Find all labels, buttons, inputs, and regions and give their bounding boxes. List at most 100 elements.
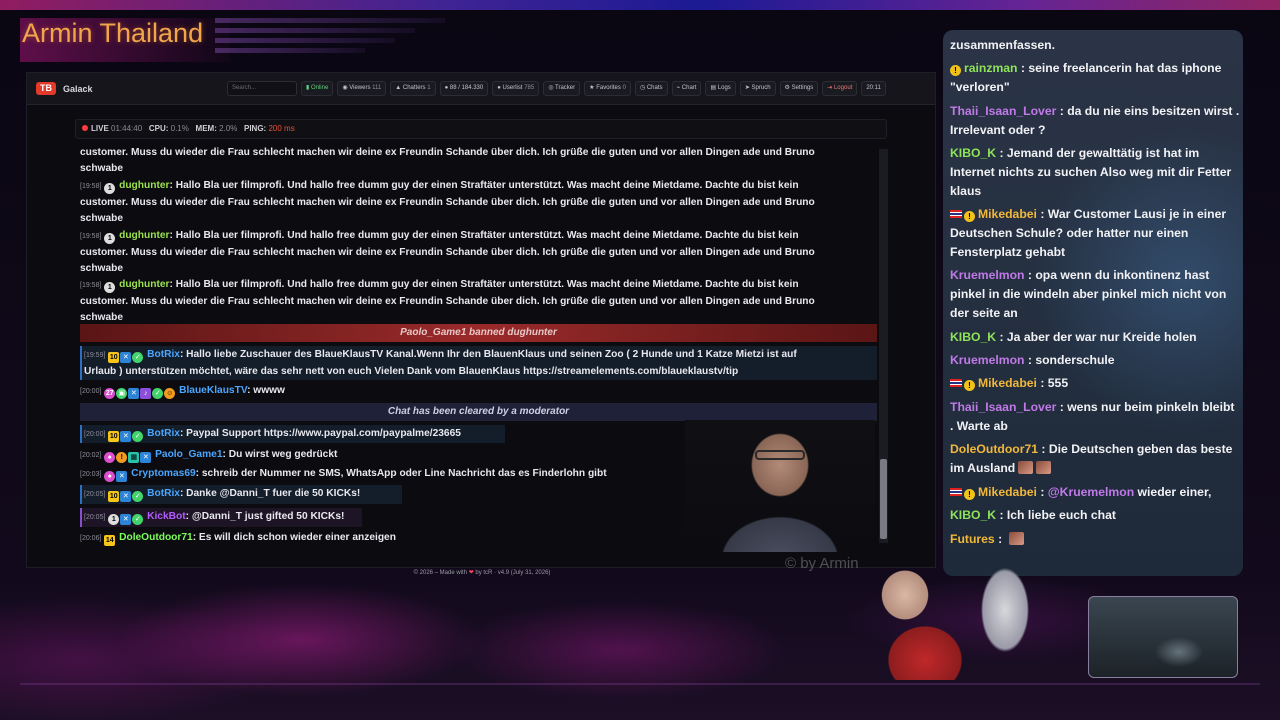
- mem-label: MEM:: [195, 124, 217, 133]
- ping-label: PING:: [244, 124, 267, 133]
- flag-icon: [950, 210, 962, 218]
- top-glow-bar: [0, 0, 1280, 10]
- verified-icon: ✓: [132, 491, 144, 502]
- username[interactable]: BotRix: [147, 488, 180, 499]
- overlay-message: Thaii_Isaan_Lover : da du nie eins besit…: [950, 104, 1240, 137]
- chat-message: [19:58] 1 dughunter: Hallo Bla uer filmp…: [80, 180, 815, 224]
- scroll-thumb[interactable]: [880, 459, 887, 539]
- mic-icon: ♪: [140, 388, 152, 399]
- chatters-button[interactable]: ▲ Chatters 1: [390, 81, 436, 96]
- sword-icon: ✕: [116, 471, 128, 482]
- badge-icon: 10: [108, 491, 120, 502]
- streamer-webcam: [685, 420, 875, 552]
- decor-bands: [215, 18, 455, 66]
- sub-badge-icon: 1: [104, 183, 116, 194]
- sub-badge-icon: 1: [104, 282, 116, 293]
- avatar-icon: ☺: [164, 388, 176, 399]
- overlay-message: DoleOutdoor71 : Die Deutschen geben das …: [950, 442, 1233, 475]
- secondary-webcam: [850, 540, 1045, 680]
- chat-message: [20:00] 27 ▣ ✕ ♪ ✓ ☺ BlaueKlausTV: wwww: [80, 385, 285, 399]
- stream-layout: Armin Thailand TB Galack Search... ▮ Onl…: [0, 0, 1280, 720]
- chat-message: [19:59] 10 ✕ ✓ BotRix: Hallo liebe Zuschau…: [84, 349, 797, 377]
- emote-icon: [1036, 461, 1052, 474]
- username[interactable]: dughunter: [119, 279, 169, 290]
- coin-icon: !: [964, 211, 975, 222]
- flag-icon: [950, 379, 962, 387]
- ping-value: 200 ms: [268, 124, 295, 133]
- overlay-chat: zusammenfassen. ! rainzman : seine freela…: [943, 30, 1243, 576]
- chat-scrollbar[interactable]: [879, 149, 888, 543]
- logs-button[interactable]: ▤ Logs: [705, 81, 736, 96]
- brand-name: Galack: [63, 83, 93, 94]
- cpu-label: CPU:: [148, 124, 169, 133]
- logout-button[interactable]: ⇥ Logout: [822, 81, 858, 96]
- chart-button[interactable]: ⌁ Chart: [671, 81, 702, 96]
- overlay-message: Thaii_Isaan_Lover : wens nur beim pinkel…: [950, 400, 1235, 433]
- document-icon: ▤: [710, 85, 718, 91]
- emote-icon: [1018, 461, 1034, 474]
- spruch-button[interactable]: ➤ Spruch: [739, 81, 776, 96]
- sword-icon: ✕: [128, 388, 140, 399]
- username[interactable]: KickBot: [147, 511, 186, 522]
- gift-icon: ▣: [116, 388, 128, 399]
- username[interactable]: DoleOutdoor71: [119, 532, 193, 543]
- favorites-button[interactable]: ★ Favorites 0: [584, 81, 631, 96]
- grid-icon: ▦: [128, 452, 140, 463]
- verified-icon: ✓: [132, 431, 144, 442]
- cpu-value: 0.1%: [170, 124, 189, 133]
- flag-icon: [950, 488, 962, 496]
- overlay-message: KIBO_K : Ich liebe euch chat: [950, 508, 1116, 522]
- sword-icon: ✕: [120, 491, 132, 502]
- overlay-message: KIBO_K : Jemand der gewalttätig ist hat …: [950, 146, 1232, 198]
- userlist-button[interactable]: ● Userlist 785: [492, 81, 540, 96]
- coin-icon: !: [116, 452, 128, 463]
- coin-icon: !: [964, 489, 975, 500]
- mod-badge-icon: ♠: [104, 452, 116, 463]
- glasses-shape: [755, 450, 805, 460]
- overlay-message: Kruemelmon : opa wenn du inkontinenz has…: [950, 268, 1227, 320]
- overlay-message: KIBO_K : Ja aber der war nur Kreide hole…: [950, 330, 1197, 344]
- coin-icon: !: [950, 65, 961, 76]
- settings-button[interactable]: ⚙ Settings: [779, 81, 819, 96]
- top-nav: TB Galack Search... ▮ Online ◉ Viewers 1…: [27, 73, 935, 105]
- username[interactable]: dughunter: [119, 180, 169, 191]
- coin-icon: !: [964, 380, 975, 391]
- chats-button[interactable]: ◷ Chats: [634, 81, 668, 96]
- uptime: 01:44:40: [111, 124, 143, 133]
- username[interactable]: BotRix: [147, 349, 180, 360]
- sub-badge-icon: 1: [108, 514, 120, 525]
- badge-icon: 10: [108, 352, 120, 363]
- broadcaster-badge-icon: 27: [104, 388, 116, 399]
- mem-value: 2.0%: [219, 124, 238, 133]
- overlay-message: ! rainzman : seine freelancerin hat das i…: [950, 61, 1222, 94]
- quote-icon: ➤: [744, 85, 752, 91]
- app-logo[interactable]: TB: [36, 82, 56, 95]
- sword-icon: ✕: [120, 352, 132, 363]
- search-input[interactable]: Search...: [227, 81, 297, 96]
- chat-message: [19:58] 1 dughunter: Hallo Bla uer filmp…: [80, 230, 815, 274]
- badge-icon: 10: [108, 431, 120, 442]
- users-icon: ▲: [395, 85, 403, 91]
- viewers-button[interactable]: ◉ Viewers 111: [337, 81, 387, 96]
- mod-badge-icon: ♠: [104, 471, 116, 482]
- username[interactable]: dughunter: [119, 230, 169, 241]
- username[interactable]: BlaueKlausTV: [179, 385, 247, 396]
- status-bar: LIVE 01:44:40 CPU: 0.1% MEM: 2.0% PING: …: [75, 119, 887, 139]
- history-icon: ◷: [639, 85, 647, 91]
- sword-icon: ✕: [140, 452, 152, 463]
- badge-icon: 14: [104, 535, 116, 546]
- ban-notice: Paolo_Game1 banned dughunter: [80, 324, 877, 342]
- heart-icon: ❤: [468, 570, 474, 576]
- username[interactable]: Cryptomas69: [131, 468, 196, 479]
- online-button[interactable]: ▮ Online: [301, 81, 334, 96]
- gear-icon: ⚙: [784, 85, 792, 91]
- sword-icon: ✕: [120, 431, 132, 442]
- overlay-message: ! Mikedabei : 555: [950, 374, 1240, 393]
- overlay-message: ! Mikedabei : @Kruemelmon wieder einer,: [950, 483, 1240, 502]
- messages-button[interactable]: ● 88 / 184.330: [439, 81, 489, 96]
- username[interactable]: Paolo_Game1: [155, 449, 222, 460]
- verified-icon: ✓: [132, 514, 144, 525]
- tracker-button[interactable]: ◎ Tracker: [543, 81, 581, 96]
- live-dot-icon: [82, 125, 88, 131]
- username[interactable]: BotRix: [147, 428, 180, 439]
